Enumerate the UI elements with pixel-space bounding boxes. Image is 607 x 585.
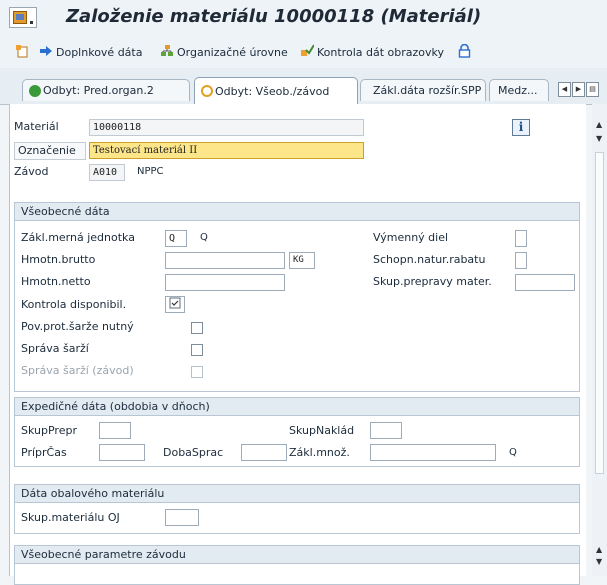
tab-next-button[interactable]: ▶	[572, 82, 585, 97]
cash-discount-label: Schopn.natur.rabatu	[373, 253, 486, 266]
tab-basic-data-ext[interactable]: Zákl.dáta rozšír.SPP	[360, 79, 486, 101]
sap-menu-icon[interactable]	[9, 7, 37, 28]
base-qty-unit: Q	[509, 447, 517, 458]
main-content: Materiál 10000118 i Označenie Testovací …	[9, 104, 586, 585]
scroll-down-icon[interactable]: ▼	[596, 134, 602, 143]
tab-prev-button[interactable]: ◀	[558, 82, 571, 97]
replacement-part-field[interactable]	[515, 230, 527, 247]
title-bar: Založenie materiálu 10000118 (Materiál)	[0, 0, 607, 34]
check-data-icon	[300, 43, 315, 61]
plant-field: A010	[89, 164, 125, 181]
org-levels-label: Organizačné úrovne	[177, 45, 288, 59]
info-button[interactable]: i	[512, 119, 530, 136]
checklist-icon	[169, 297, 181, 309]
tab-strip: Odbyt: Pred.organ.2 Odbyt: Všeob./závod …	[0, 68, 607, 105]
org-levels-icon	[160, 44, 174, 61]
shipping-data-group: Expedičné dáta (obdobia v dňoch) SkupPre…	[14, 397, 580, 467]
transport-group-label: Skup.prepravy mater.	[373, 275, 492, 288]
shipping-data-title: Expedičné dáta (obdobia v dňoch)	[15, 398, 579, 416]
material-field: 10000118	[89, 119, 364, 136]
packaging-mat-grp-label: Skup.materiálu OJ	[21, 511, 120, 524]
cash-discount-field[interactable]	[515, 252, 527, 269]
base-uom-label: Zákl.merná jednotka	[21, 231, 135, 244]
base-uom-text: Q	[200, 232, 208, 243]
batch-mgmt-plant-checkbox	[191, 366, 203, 378]
packaging-data-title: Dáta obalového materiálu	[15, 485, 579, 503]
availability-check-label: Kontrola disponibil.	[21, 298, 127, 311]
description-field[interactable]: Testovací materiál II	[89, 142, 364, 159]
scroll-down-bottom-icon[interactable]: ▼	[596, 557, 602, 566]
plant-label: Závod	[14, 165, 49, 178]
tab-basic-data-ext-label: Zákl.dáta rozšír.SPP	[373, 84, 482, 97]
additional-data-label: Doplnkové dáta	[56, 45, 143, 59]
plant-params-group: Všeobecné parametre závodu	[14, 545, 580, 585]
batch-required-label: Pov.prot.šarže nutný	[21, 320, 134, 333]
availability-check-field[interactable]	[165, 296, 185, 313]
tab-navigation: ◀ ▶ ▤	[558, 82, 599, 97]
material-label: Materiál	[14, 120, 59, 133]
circle-icon	[201, 85, 213, 97]
scroll-up-icon[interactable]: ▲	[596, 120, 602, 129]
tab-list-button[interactable]: ▤	[586, 82, 599, 97]
setup-time-label: PríprČas	[21, 446, 67, 459]
gross-weight-field[interactable]	[165, 252, 285, 269]
packaging-data-group: Dáta obalového materiálu Skup.materiálu …	[14, 484, 580, 534]
tab-sales-general-plant-label: Odbyt: Všeob./závod	[215, 84, 330, 98]
description-label: Označenie	[14, 142, 86, 160]
new-document-icon	[15, 44, 29, 61]
tab-intl[interactable]: Medz...	[489, 79, 549, 101]
plant-name: NPPC	[137, 166, 164, 177]
window-title: Založenie materiálu 10000118 (Materiál)	[66, 6, 482, 27]
tab-intl-label: Medz...	[498, 84, 538, 97]
base-uom-field[interactable]: Q	[165, 230, 187, 247]
packaging-mat-grp-field[interactable]	[165, 509, 199, 526]
batch-required-checkbox[interactable]	[191, 322, 203, 334]
proc-time-label: DobaSprac	[163, 446, 224, 459]
scroll-up-bottom-icon[interactable]: ▲	[596, 545, 602, 554]
additional-data-button[interactable]: Doplnkové dáta	[39, 44, 142, 60]
lock-button[interactable]	[458, 43, 474, 61]
org-levels-button[interactable]: Organizačné úrovne	[160, 44, 288, 60]
base-qty-label: Zákl.množ.	[289, 446, 350, 459]
arrow-right-icon	[39, 45, 53, 60]
load-grp-label: SkupNaklád	[289, 424, 355, 437]
transport-group-field[interactable]	[515, 274, 575, 291]
trans-grp-field[interactable]	[99, 422, 131, 439]
setup-time-field[interactable]	[99, 444, 145, 461]
lock-icon	[458, 43, 471, 61]
vertical-scrollbar[interactable]: ▲ ▼ ▲ ▼	[592, 104, 607, 576]
scrollbar-thumb[interactable]	[595, 152, 604, 474]
batch-mgmt-label: Správa šarží	[21, 342, 89, 355]
tab-sales-org-2[interactable]: Odbyt: Pred.organ.2	[22, 79, 190, 101]
batch-mgmt-checkbox[interactable]	[191, 344, 203, 356]
base-qty-field[interactable]	[370, 444, 496, 461]
check-icon	[29, 84, 41, 97]
trans-grp-label: SkupPrepr	[21, 424, 77, 437]
replacement-part-label: Výmenný diel	[373, 231, 449, 244]
gross-weight-label: Hmotn.brutto	[21, 253, 96, 266]
application-toolbar: Doplnkové dáta Organizačné úrovne Kontro…	[0, 34, 607, 68]
new-session-button[interactable]	[15, 44, 32, 60]
tab-sales-org-2-label: Odbyt: Pred.organ.2	[43, 84, 154, 97]
general-data-title: Všeobecné dáta	[15, 203, 579, 221]
load-grp-field[interactable]	[370, 422, 402, 439]
general-data-group: Všeobecné dáta Zákl.merná jednotka Q Q H…	[14, 202, 580, 392]
weight-unit-field[interactable]: KG	[289, 252, 315, 269]
batch-mgmt-plant-label: Správa šarží (závod)	[21, 364, 134, 377]
check-screen-data-label: Kontrola dát obrazovky	[317, 45, 444, 59]
proc-time-field[interactable]	[241, 444, 287, 461]
net-weight-field[interactable]	[165, 274, 285, 291]
net-weight-label: Hmotn.netto	[21, 275, 91, 288]
check-screen-data-button[interactable]: Kontrola dát obrazovky	[300, 43, 444, 61]
tab-sales-general-plant[interactable]: Odbyt: Všeob./závod	[194, 77, 358, 104]
plant-params-title: Všeobecné parametre závodu	[15, 546, 579, 564]
